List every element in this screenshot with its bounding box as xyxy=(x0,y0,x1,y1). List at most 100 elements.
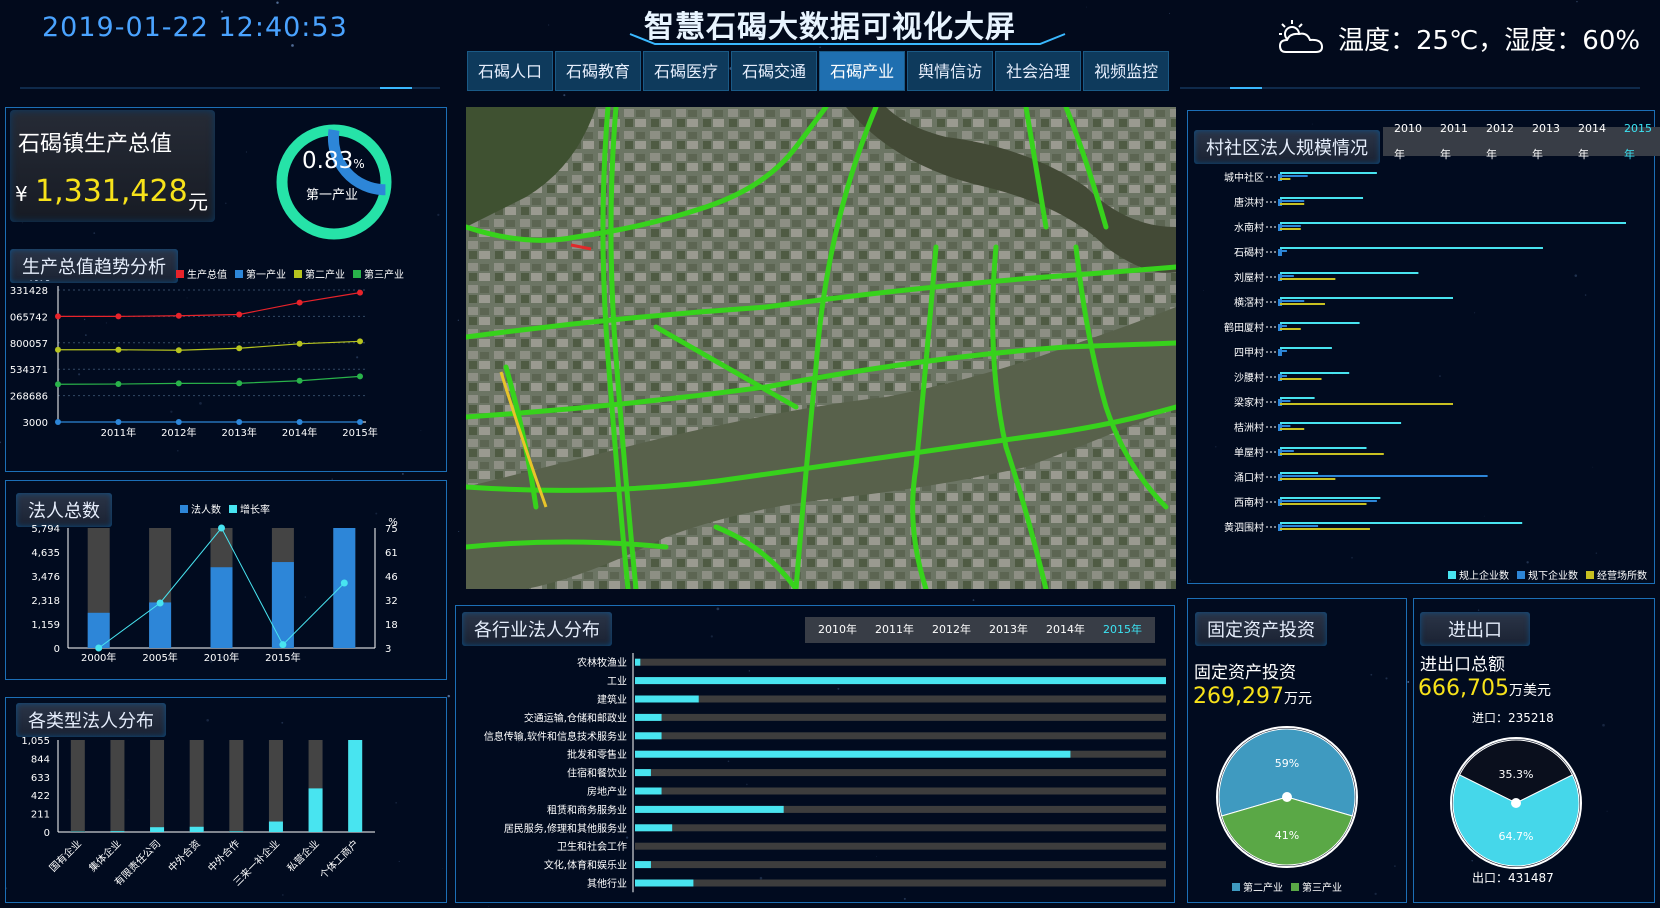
bar-2 xyxy=(1280,503,1367,505)
year-tab-3[interactable]: 2013年 xyxy=(1523,116,1569,168)
category-label: 梁家村 xyxy=(1234,396,1264,409)
bar-track xyxy=(635,842,1166,850)
bar xyxy=(635,769,651,777)
year-tab-0[interactable]: 2010年 xyxy=(1385,116,1431,168)
map-view[interactable] xyxy=(466,107,1176,589)
series-line-3 xyxy=(57,375,361,385)
year-tab-2[interactable]: 2012年 xyxy=(1477,116,1523,168)
legend-label: 第三产业 xyxy=(1302,883,1342,894)
legend-swatch xyxy=(353,269,361,278)
bar xyxy=(635,879,694,887)
bar xyxy=(635,861,651,869)
series-point xyxy=(236,345,243,352)
year-tab-5[interactable]: 2015年 xyxy=(1615,116,1660,168)
legend-item[interactable]: 第一产业 xyxy=(235,266,286,281)
legend-label: 规下企业数 xyxy=(1528,571,1578,582)
year-tab-1[interactable]: 2011年 xyxy=(866,617,923,643)
series-point xyxy=(357,419,363,425)
year-tab-1[interactable]: 2011年 xyxy=(1431,116,1477,168)
series-point xyxy=(55,346,61,353)
year-tab-0[interactable]: 2010年 xyxy=(809,617,866,643)
pie-center xyxy=(1282,792,1292,802)
nav-tab-6[interactable]: 社会治理 xyxy=(995,51,1082,91)
series-point xyxy=(296,299,303,306)
series-point xyxy=(296,377,303,384)
bar-1 xyxy=(1280,200,1305,202)
fixed-title: 固定资产投资 xyxy=(1195,612,1327,646)
series-point xyxy=(236,380,243,387)
category-label: 鹤田厦村 xyxy=(1224,321,1264,334)
year-tab-4[interactable]: 2014年 xyxy=(1569,116,1615,168)
bar-1 xyxy=(1280,425,1291,427)
bar-1 xyxy=(1280,275,1294,277)
star xyxy=(447,694,451,698)
bar-2 xyxy=(1280,328,1301,330)
bar-track xyxy=(635,695,1166,703)
category-label: 单屋村 xyxy=(1234,446,1264,459)
legend-item[interactable]: 法人数 xyxy=(180,501,221,516)
village-year-tabs: 2010年 2011年 2012年 2013年 2014年 2015年 xyxy=(1383,122,1660,161)
nav-tab-0[interactable]: 石碣人口 xyxy=(467,51,554,91)
legend-item[interactable]: 规上企业数 xyxy=(1448,567,1509,582)
bar-1 xyxy=(1280,250,1287,252)
import-label: 进口：235218 xyxy=(1472,711,1554,725)
legend-item[interactable]: 增长率 xyxy=(229,501,270,516)
series-point xyxy=(357,338,363,345)
bar-1 xyxy=(1280,375,1287,377)
y-tick-label: 0 xyxy=(44,828,50,839)
main-nav: 石碣人口 石碣教育 石碣医疗 石碣交通 石碣产业 舆情信访 社会治理 视频监控 xyxy=(467,51,1170,93)
year-tab-5[interactable]: 2015年 xyxy=(1094,617,1151,643)
year-tab-3[interactable]: 2013年 xyxy=(980,617,1037,643)
legal-chart: %5,794 754,635 613,476 462,318 321,159 180 320… xyxy=(31,518,398,664)
bar-1 xyxy=(1280,225,1301,227)
industry-year-tabs: 2010年 2011年 2012年 2013年 2014年 2015年 xyxy=(805,617,1155,643)
bar xyxy=(333,528,356,648)
nav-tab-2[interactable]: 石碣医疗 xyxy=(643,51,730,91)
bar-track xyxy=(635,732,1166,740)
ring-label: 第一产业 xyxy=(306,188,359,203)
x-tick-label: 中外合作 xyxy=(205,837,242,874)
category-label: 文化,体育和娱乐业 xyxy=(544,859,627,872)
category-label: 唐洪村 xyxy=(1234,196,1264,209)
bar-2 xyxy=(1280,428,1305,430)
bar-0 xyxy=(1280,522,1523,524)
nav-tab-4[interactable]: 石碣产业 xyxy=(819,51,906,91)
legend-item[interactable]: 经营场所数 xyxy=(1586,567,1647,582)
bar xyxy=(210,567,233,648)
legend-item[interactable]: 规下企业数 xyxy=(1517,567,1578,582)
legend-swatch xyxy=(180,504,188,513)
legend-item[interactable]: 第二产业 xyxy=(294,266,345,281)
y2-tick-label: 46 xyxy=(385,572,398,583)
bar-0 xyxy=(1280,497,1381,499)
bar-1 xyxy=(1280,475,1488,477)
bar-2 xyxy=(1280,378,1322,380)
y-tick-label: 268686 xyxy=(10,392,48,403)
bar-track xyxy=(635,787,1166,795)
x-tick-label: 中外合资 xyxy=(165,837,202,874)
category-label: 信息传输,软件和信息技术服务业 xyxy=(484,730,627,743)
legend-label: 增长率 xyxy=(240,505,270,516)
legend-item[interactable]: 第三产业 xyxy=(1291,879,1342,894)
year-tab-4[interactable]: 2014年 xyxy=(1037,617,1094,643)
legend-item[interactable]: 第三产业 xyxy=(353,266,404,281)
bar xyxy=(149,602,172,648)
legend-item[interactable]: 生产总值 xyxy=(176,266,227,281)
year-tab-2[interactable]: 2012年 xyxy=(923,617,980,643)
y2-tick-label: 32 xyxy=(385,596,398,607)
y-tick-label: 844 xyxy=(31,754,50,765)
bar-2 xyxy=(1280,278,1336,280)
nav-tab-7[interactable]: 视频监控 xyxy=(1083,51,1170,91)
y2-tick-label: 3 xyxy=(385,644,391,655)
bar-2 xyxy=(1280,453,1384,455)
nav-tab-1[interactable]: 石碣教育 xyxy=(555,51,642,91)
satellite-map xyxy=(466,107,1176,589)
series-point xyxy=(115,346,122,353)
nav-tab-3[interactable]: 石碣交通 xyxy=(731,51,818,91)
nav-tab-5[interactable]: 舆情信访 xyxy=(907,51,994,91)
bar xyxy=(635,732,662,740)
trade-title: 进出口 xyxy=(1420,612,1530,646)
bar-0 xyxy=(1280,347,1332,349)
legend-label: 第一产业 xyxy=(246,270,286,281)
legend-label: 规上企业数 xyxy=(1459,571,1509,582)
legend-item[interactable]: 第二产业 xyxy=(1232,879,1283,894)
